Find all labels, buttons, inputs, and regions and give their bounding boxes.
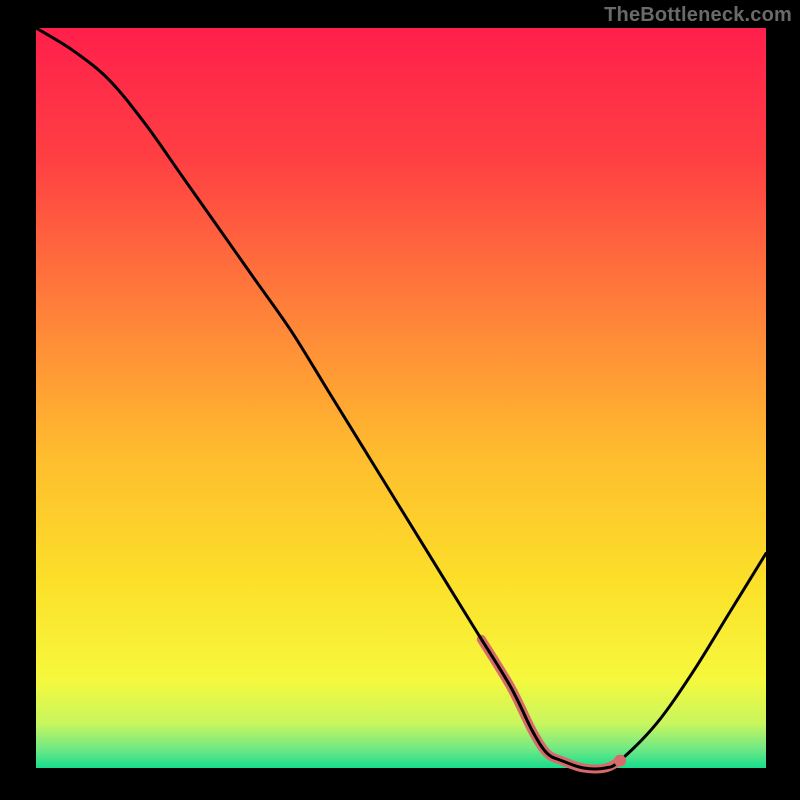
recommendation-marker <box>614 755 626 767</box>
bottleneck-chart <box>0 0 800 800</box>
plot-background <box>36 28 766 768</box>
chart-container: TheBottleneck.com <box>0 0 800 800</box>
watermark-text: TheBottleneck.com <box>604 4 792 27</box>
